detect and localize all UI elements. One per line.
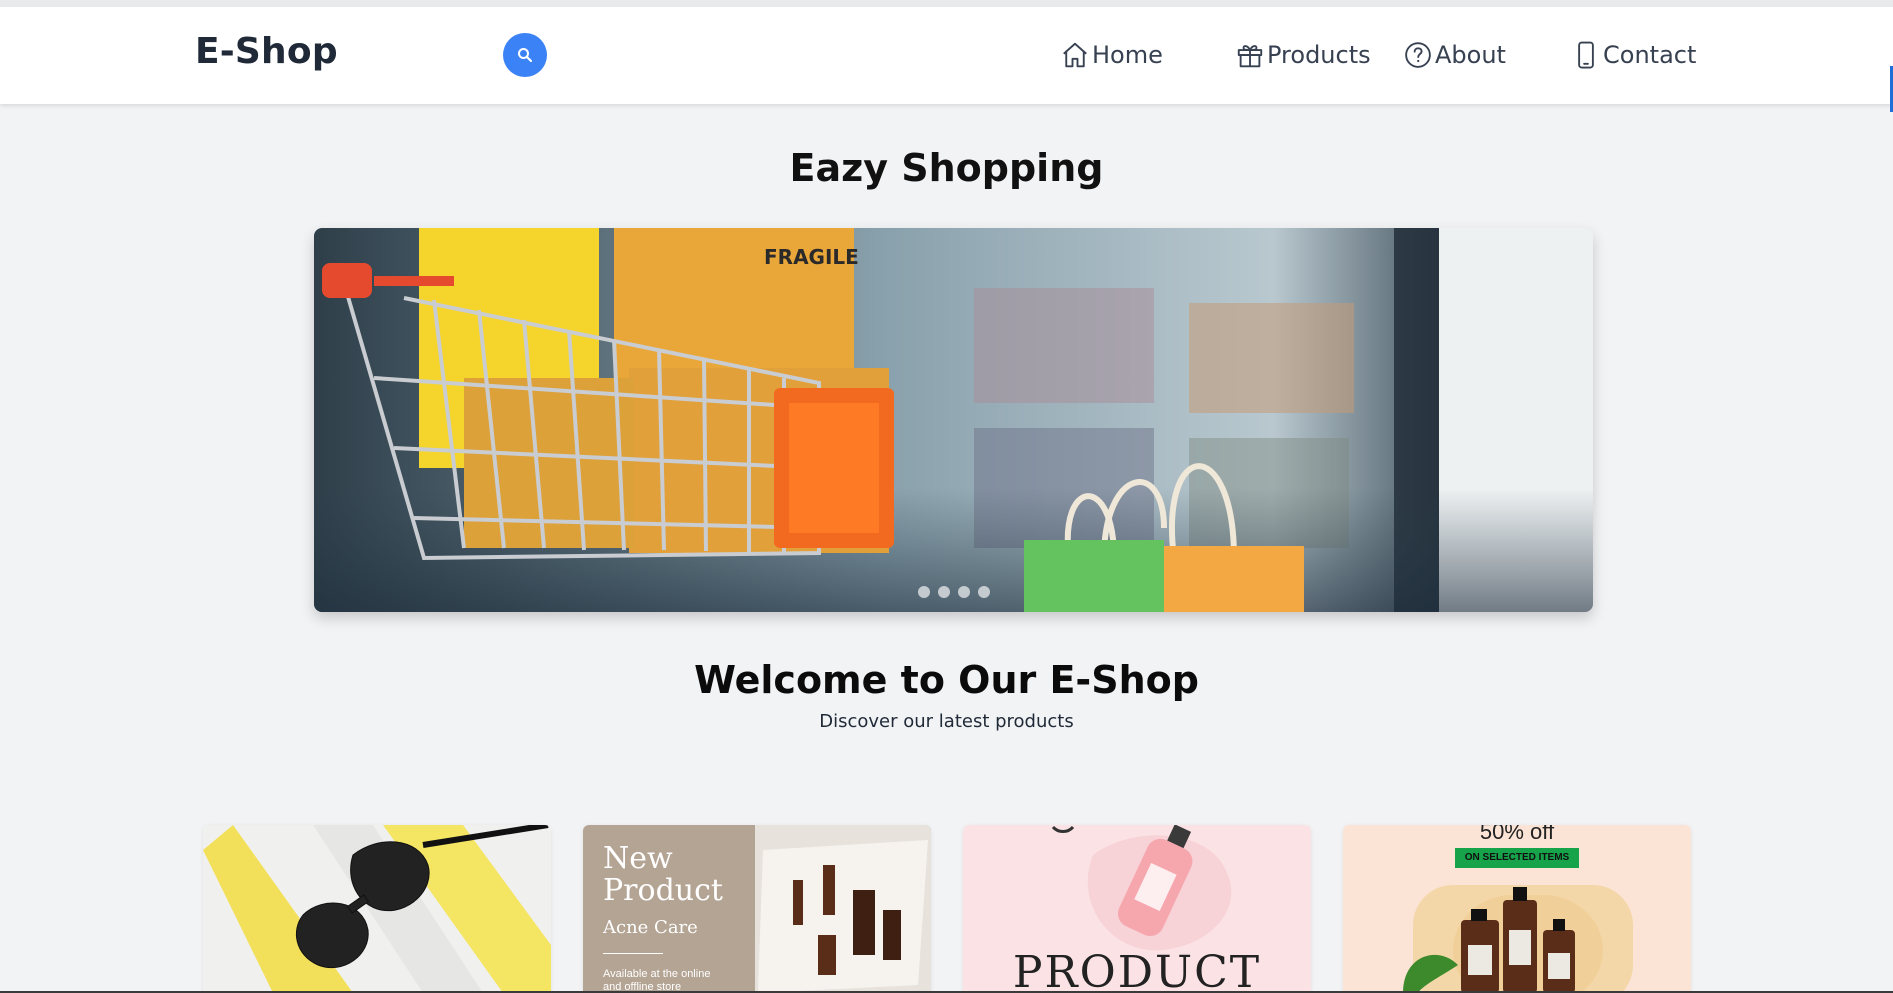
gift-icon — [1237, 45, 1263, 68]
nav-products-label: Products — [1267, 41, 1371, 69]
welcome-title: Welcome to Our E-Shop — [694, 658, 1199, 702]
card-divider — [603, 953, 663, 954]
carousel-dot[interactable] — [937, 586, 950, 598]
product-card-skincare-sale[interactable]: 50% off ON SELECTED ITEMS — [1343, 825, 1691, 993]
shopping-cart-image: FRAGILE — [314, 228, 1593, 612]
nav-about[interactable]: About — [1403, 35, 1506, 75]
promo-text: 50% off — [1479, 825, 1555, 844]
search-icon — [518, 48, 533, 63]
product-card-sunglasses[interactable] — [203, 825, 551, 993]
hero-title: Eazy Shopping — [789, 146, 1104, 190]
navbar: E-Shop Home Products About Contact — [0, 7, 1893, 104]
brand-logo[interactable]: E-Shop — [195, 31, 338, 72]
card-headline: PRODUCT — [1012, 947, 1262, 993]
search-button[interactable] — [503, 33, 547, 77]
nav-contact[interactable]: Contact — [1571, 35, 1696, 75]
nav-contact-label: Contact — [1603, 41, 1697, 69]
carousel-dot[interactable] — [977, 586, 990, 598]
carousel-dot[interactable] — [917, 586, 930, 598]
nav-about-label: About — [1435, 41, 1506, 69]
promo-badge: ON SELECTED ITEMS — [1455, 848, 1579, 868]
home-icon — [1063, 42, 1087, 68]
nav-home[interactable]: Home — [1060, 35, 1163, 75]
question-circle-icon — [1405, 42, 1431, 68]
card-headline: New — [603, 841, 673, 876]
carousel-dot[interactable] — [957, 586, 970, 598]
sunglasses-product-image — [203, 825, 551, 993]
carousel-indicators — [314, 586, 1593, 598]
product-card-pink-bottle[interactable]: PRODUCT — [963, 825, 1311, 993]
nav-products[interactable]: Products — [1235, 35, 1371, 75]
card-tagline: Acne Care — [603, 917, 698, 938]
product-card-acne-care[interactable]: New Product Acne Care Available at the o… — [583, 825, 931, 993]
nav-home-label: Home — [1092, 41, 1163, 69]
fragile-label: FRAGILE — [764, 245, 859, 269]
window-top-strip — [0, 0, 1893, 7]
card-note: Available at the online — [603, 968, 711, 980]
card-headline-2: Product — [603, 873, 723, 908]
hero-carousel[interactable]: FRAGILE — [314, 228, 1593, 612]
welcome-subtitle: Discover our latest products — [819, 711, 1074, 732]
phone-icon — [1578, 41, 1594, 69]
